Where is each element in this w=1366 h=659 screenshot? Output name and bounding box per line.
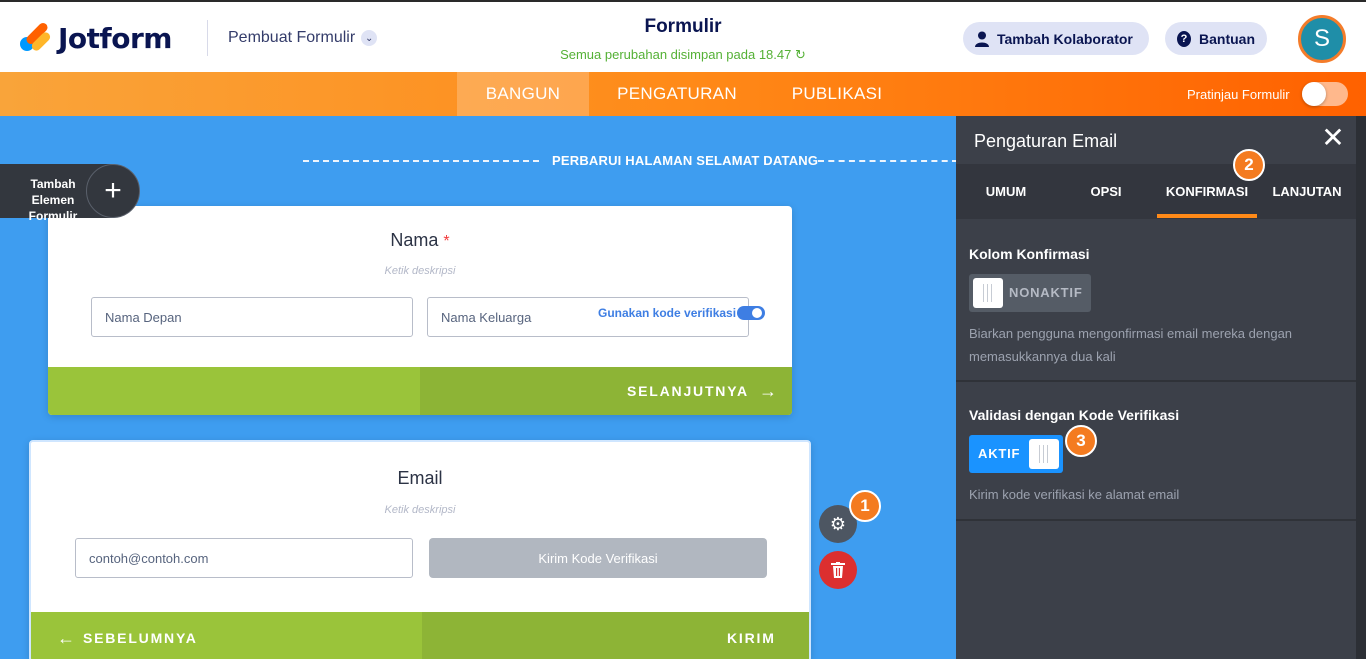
send-verification-code-button[interactable]: Kirim Kode Verifikasi	[429, 538, 767, 578]
next-button-label: SELANJUTNYA	[627, 383, 749, 399]
user-icon	[975, 31, 989, 47]
name-field-title-text: Nama	[390, 230, 439, 250]
jotform-logo-icon	[17, 20, 52, 55]
help-label: Bantuan	[1199, 30, 1255, 47]
trash-glyph	[831, 562, 845, 578]
builder-dropdown[interactable]: Pembuat Formulir ⌄	[228, 29, 378, 47]
tab-settings[interactable]: PENGATURAN	[600, 72, 754, 116]
arrow-right-icon: →	[758, 380, 777, 401]
verification-validation-toggle-label: AKTIF	[978, 446, 1021, 461]
dashed-divider-left	[303, 160, 539, 162]
section-divider	[956, 519, 1356, 521]
next-button[interactable]: SELANJUTNYA →	[627, 367, 777, 415]
save-status-text: Semua perubahan disimpan pada 18.47	[560, 47, 792, 62]
verification-toggle-knob	[752, 308, 762, 318]
active-tab-indicator	[1157, 214, 1257, 218]
trash-icon[interactable]	[819, 551, 857, 589]
tab-general[interactable]: UMUM	[956, 164, 1056, 219]
submit-button[interactable]: KIRIM	[727, 612, 776, 659]
grip-line	[983, 284, 984, 302]
arrow-left-icon: ←	[57, 627, 75, 648]
first-name-input[interactable]: Nama Depan	[91, 297, 413, 337]
grip-line	[1043, 445, 1044, 463]
name-field-title[interactable]: Nama *	[48, 230, 792, 251]
confirmation-toggle-label: NONAKTIF	[1009, 285, 1083, 300]
jotform-logo[interactable]: Jotform	[17, 20, 172, 55]
question-icon: ?	[1177, 30, 1191, 47]
avatar[interactable]: S	[1298, 15, 1346, 63]
use-verification-code-label: Gunakan kode verifikasi	[598, 306, 737, 320]
verification-validation-title: Validasi dengan Kode Verifikasi	[969, 407, 1180, 423]
email-field-card[interactable]: Email Ketik deskripsi contoh@contoh.com …	[29, 440, 811, 659]
required-mark: *	[443, 233, 450, 250]
previous-button[interactable]: ← SEBELUMNYA	[57, 612, 198, 659]
preview-toggle-knob	[1302, 82, 1326, 106]
verification-validation-knob	[1029, 439, 1059, 469]
grip-line	[991, 284, 992, 302]
grip-line	[1047, 445, 1048, 463]
dashed-divider-right	[818, 160, 956, 162]
grip-line	[987, 284, 988, 302]
step-badge-2: 2	[1233, 149, 1265, 181]
refresh-icon: ↻	[795, 47, 806, 62]
confirmation-field-help: Biarkan pengguna mengonfirmasi email mer…	[969, 326, 1293, 364]
top-header: Jotform Pembuat Formulir ⌄ Formulir Semu…	[0, 0, 1366, 72]
save-status: Semua perubahan disimpan pada 18.47 ↻	[0, 47, 1366, 63]
preview-form-label: Pratinjau Formulir	[1187, 87, 1290, 102]
tab-publish[interactable]: PUBLIKASI	[780, 72, 894, 116]
add-element-label[interactable]: Tambah Elemen Formulir	[18, 176, 88, 224]
add-collaborator-button[interactable]: Tambah Kolaborator	[963, 22, 1149, 55]
close-icon[interactable]: ✕	[1320, 124, 1346, 152]
form-canvas: PERBARUI HALAMAN SELAMAT DATANG Nama * K…	[0, 116, 956, 659]
name-card-footer: SELANJUTNYA →	[48, 367, 792, 415]
form-title[interactable]: Formulir	[0, 16, 1366, 38]
chevron-down-icon: ⌄	[361, 30, 378, 46]
add-collaborator-label: Tambah Kolaborator	[997, 30, 1133, 47]
grip-line	[1039, 445, 1040, 463]
email-field-description[interactable]: Ketik deskripsi	[31, 504, 809, 516]
previous-button-label: SEBELUMNYA	[83, 630, 198, 646]
header-divider	[207, 20, 208, 56]
panel-title: Pengaturan Email	[974, 131, 1118, 151]
update-welcome-page-link[interactable]: PERBARUI HALAMAN SELAMAT DATANG	[552, 153, 818, 168]
plus-icon[interactable]: +	[86, 164, 140, 218]
email-card-footer: ← SEBELUMNYA KIRIM	[31, 612, 809, 659]
verification-validation-help: Kirim kode verifikasi ke alamat email	[969, 487, 1180, 502]
confirmation-field-title: Kolom Konfirmasi	[969, 246, 1090, 262]
email-field-title[interactable]: Email	[31, 468, 809, 489]
email-input[interactable]: contoh@contoh.com	[75, 538, 413, 578]
logo-text: Jotform	[58, 22, 172, 55]
tab-advanced[interactable]: LANJUTAN	[1257, 164, 1357, 219]
tab-options[interactable]: OPSI	[1056, 164, 1156, 219]
builder-dropdown-label: Pembuat Formulir	[228, 29, 356, 46]
step-badge-3: 3	[1065, 425, 1097, 457]
step-badge-1: 1	[849, 490, 881, 522]
confirmation-toggle-knob	[973, 278, 1003, 308]
panel-scrollbar[interactable]	[1356, 116, 1366, 659]
section-divider	[956, 380, 1356, 382]
tab-build[interactable]: BANGUN	[457, 72, 589, 116]
help-button[interactable]: ? Bantuan	[1165, 22, 1267, 55]
name-field-description[interactable]: Ketik deskripsi	[48, 265, 792, 277]
